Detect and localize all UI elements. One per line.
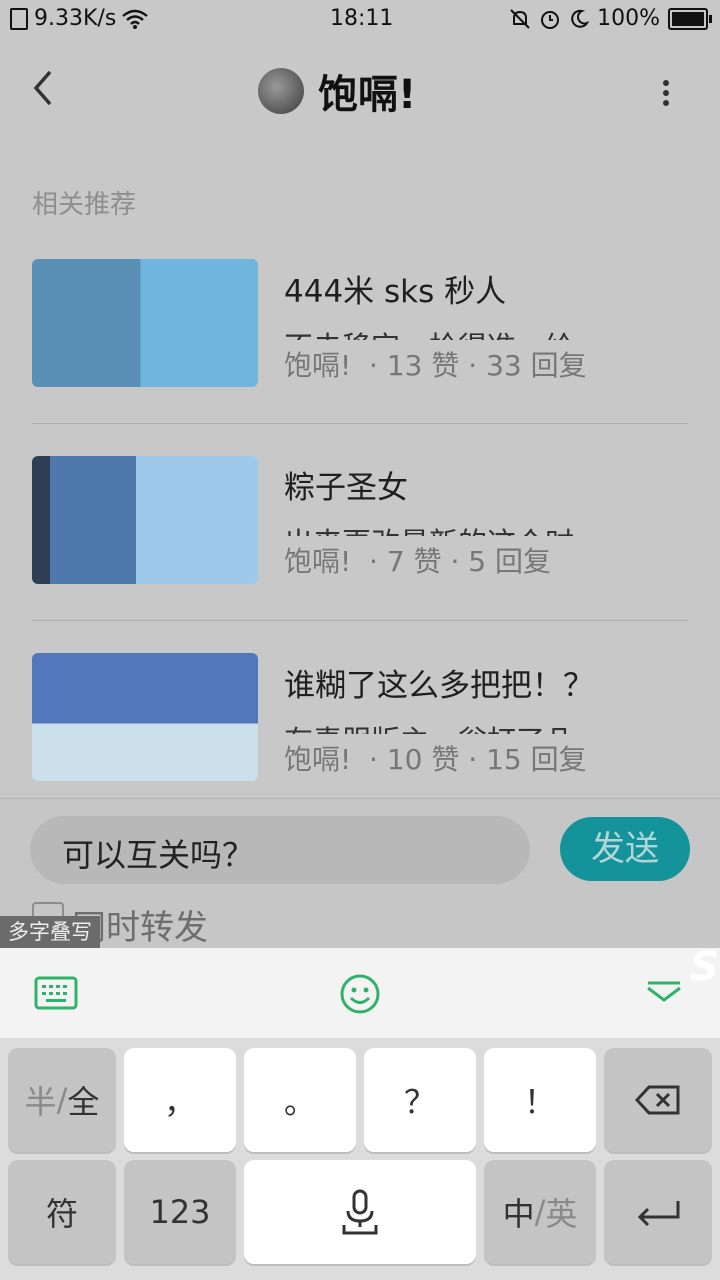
- exclaim-key[interactable]: ！: [484, 1048, 596, 1152]
- symbol-key[interactable]: 符: [8, 1160, 116, 1264]
- send-button[interactable]: 发送: [560, 817, 690, 881]
- voice-key[interactable]: [244, 1160, 476, 1264]
- period-key[interactable]: 。: [244, 1048, 356, 1152]
- post-author: 饱嗝!: [284, 545, 352, 578]
- keyboard-icon: [34, 976, 78, 1010]
- post-likes: · 13 赞: [369, 349, 460, 382]
- halfwidth-toggle-key[interactable]: 半 / 全: [8, 1048, 116, 1152]
- post-snippet: 有素服版主一翁打了几: [284, 718, 574, 734]
- enter-icon: [637, 1201, 680, 1227]
- page-title: 饱嗝!: [318, 72, 417, 118]
- handwriting-mode-label[interactable]: 多字叠写: [0, 916, 100, 948]
- post-meta: 饱嗝! · 10 赞 · 15 回复: [284, 738, 587, 778]
- mute-bell-icon: [510, 8, 530, 29]
- post-likes: · 10 赞: [369, 743, 460, 776]
- post-snippet: 不击移定，枪得准，给: [284, 324, 574, 340]
- post-thumbnail: [32, 456, 258, 584]
- sim-icon: [10, 7, 28, 30]
- post-replies: · 5 回复: [450, 545, 552, 578]
- post-thumbnail: [32, 653, 258, 781]
- sogou-logo: S: [690, 944, 719, 990]
- keyboard: 半 / 全 ， 。 ？ ！ 符 123 中 / 英: [0, 1038, 720, 1280]
- comma-key[interactable]: ，: [124, 1048, 236, 1152]
- status-bar: 9.33K/s 18:11 100%: [0, 0, 720, 40]
- question-key[interactable]: ？: [364, 1048, 476, 1152]
- alarm-icon: [541, 10, 560, 29]
- smiley-icon: [340, 974, 380, 1014]
- post-title: 444米 sks 秒人: [284, 274, 507, 310]
- divider: [32, 620, 688, 621]
- post-author: 饱嗝!: [284, 349, 352, 382]
- comment-input[interactable]: 可以互关吗？: [30, 816, 530, 884]
- post-title: 粽子圣女: [284, 470, 408, 506]
- backspace-icon: [635, 1085, 680, 1115]
- emoji-button[interactable]: [339, 973, 381, 1019]
- language-toggle-key[interactable]: 中 / 英: [484, 1160, 596, 1264]
- more-vertical-icon: [663, 80, 669, 106]
- post-title: 谁糊了这么多把把！？: [284, 668, 594, 704]
- post-thumbnail: [32, 259, 258, 387]
- ime-toolbar: S: [0, 944, 720, 1038]
- avatar[interactable]: [258, 68, 304, 114]
- enter-key[interactable]: [604, 1160, 712, 1264]
- backspace-key[interactable]: [604, 1048, 712, 1152]
- chevron-left-icon: [33, 70, 52, 106]
- list-item[interactable]: 444米 sks 秒人 不击移定，枪得准，给 饱嗝! · 13 赞 · 33 回…: [0, 240, 720, 436]
- post-likes: · 7 赞: [369, 545, 442, 578]
- back-button[interactable]: [30, 68, 54, 118]
- net-speed: 9.33K/s: [34, 6, 117, 31]
- battery-icon: [668, 7, 712, 30]
- post-meta: 饱嗝! · 7 赞 · 5 回复: [284, 540, 551, 580]
- clock: 18:11: [330, 6, 394, 31]
- related-section-label: 相关推荐: [32, 190, 137, 220]
- moon-icon: [571, 9, 590, 28]
- post-author: 饱嗝!: [284, 743, 352, 776]
- numbers-key[interactable]: 123: [124, 1160, 236, 1264]
- post-replies: · 15 回复: [468, 743, 587, 776]
- hide-keyboard-button[interactable]: [644, 980, 684, 1012]
- keyboard-switch-button[interactable]: [34, 976, 78, 1014]
- microphone-icon: [342, 1189, 378, 1235]
- comment-input-value: 可以互关吗？: [62, 836, 255, 874]
- more-options-button[interactable]: [662, 80, 670, 106]
- post-replies: · 33 回复: [468, 349, 587, 382]
- post-meta: 饱嗝! · 13 赞 · 33 回复: [284, 344, 587, 384]
- list-item[interactable]: 粽子圣女 出来更改最新的这个时 饱嗝! · 7 赞 · 5 回复: [0, 436, 720, 632]
- wifi-icon: [122, 9, 149, 29]
- divider: [32, 423, 688, 424]
- chevron-down-icon: [647, 981, 681, 1002]
- battery-percent: 100%: [597, 6, 660, 31]
- post-snippet: 出来更改最新的这个时: [284, 520, 574, 536]
